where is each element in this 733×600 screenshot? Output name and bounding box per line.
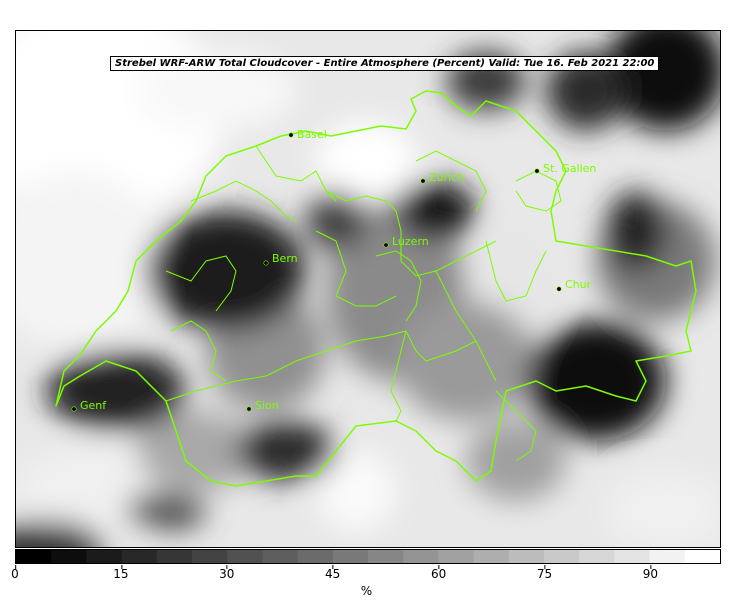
colorbar-unit-label: % <box>360 584 373 598</box>
city-marker <box>556 286 562 292</box>
city-label: Bern <box>272 252 298 265</box>
colorbar-segment <box>368 550 404 563</box>
colorbar-segment <box>51 550 87 563</box>
colorbar-tick-label: 45 <box>325 565 341 581</box>
colorbar-segment <box>614 550 651 563</box>
colorbar-segment <box>16 550 52 563</box>
colorbar-segment <box>684 550 720 563</box>
colorbar-tick-label: 75 <box>536 565 553 581</box>
city-stgallen: St. Gallen <box>534 162 596 175</box>
colorbar-segment <box>192 550 228 563</box>
colorbar-tick-label: 0 <box>11 565 19 581</box>
city-label: Basel <box>297 128 327 141</box>
colorbar-segment <box>473 550 510 563</box>
city-marker <box>288 132 294 138</box>
city-marker <box>71 406 77 412</box>
city-label: Zürich <box>429 171 464 184</box>
colorbar-tick-label: 90 <box>642 565 659 581</box>
city-marker <box>420 178 426 184</box>
city-marker <box>246 406 252 412</box>
city-label: Sion <box>255 399 279 412</box>
colorbar-segment <box>649 550 686 563</box>
colorbar-segment <box>227 550 263 563</box>
city-label: St. Gallen <box>543 162 596 175</box>
city-marker <box>263 260 269 266</box>
cloudcover-map: Basel Zürich St. Gallen Luzern Bern Chur… <box>15 30 721 548</box>
city-label: Chur <box>565 278 592 291</box>
colorbar <box>15 549 721 564</box>
colorbar-segment <box>508 550 545 563</box>
colorbar-segment <box>438 550 475 563</box>
colorbar-segment <box>544 550 580 563</box>
colorbar-tick-label: 15 <box>113 565 129 581</box>
colorbar-segment <box>262 550 299 563</box>
city-label: Genf <box>80 399 107 412</box>
colorbar-segment <box>121 550 158 563</box>
colorbar-tick-label: 60 <box>430 565 447 581</box>
colorbar-segment <box>332 550 369 563</box>
map-title: Strebel WRF-ARW Total Cloudcover - Entir… <box>110 56 660 71</box>
city-label: Luzern <box>392 235 429 248</box>
city-marker <box>383 242 389 248</box>
colorbar-segment <box>86 550 123 563</box>
colorbar-segment <box>156 550 193 563</box>
colorbar-ticks: 0 15 30 45 60 75 90 <box>11 564 721 584</box>
colorbar-segment <box>297 550 334 563</box>
colorbar-segment <box>403 550 439 563</box>
colorbar-segment <box>579 550 615 563</box>
colorbar-tick-label: 30 <box>219 565 235 581</box>
city-marker <box>534 168 540 174</box>
